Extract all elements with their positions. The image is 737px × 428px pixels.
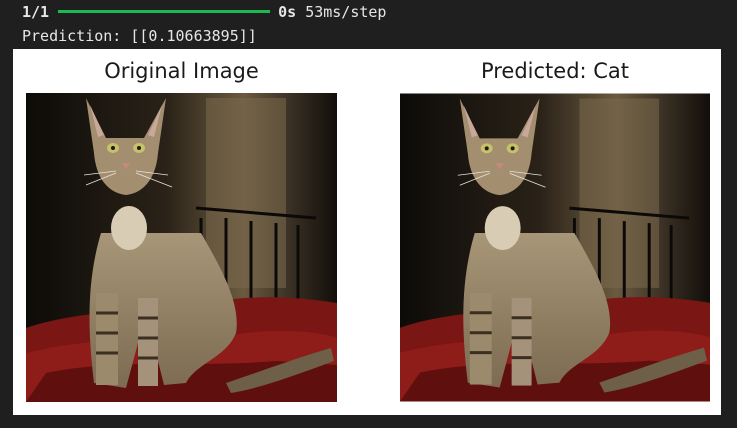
step-rate: 53ms/step: [305, 3, 387, 21]
original-image-title: Original Image: [104, 59, 259, 83]
predicted-image: [400, 93, 710, 402]
elapsed-time: 0s: [278, 3, 297, 21]
progress-line: 1/1 0s 53ms/step: [22, 3, 386, 21]
matplotlib-figure: Original Image Predicted: Cat: [13, 49, 721, 415]
predicted-image-title: Predicted: Cat: [480, 59, 630, 83]
notebook-output: 1/1 0s 53ms/step Prediction: [[0.10663895…: [0, 0, 737, 428]
original-image: [26, 93, 337, 402]
cat-photo-illustration: [26, 93, 337, 402]
cat-photo-illustration: [400, 93, 710, 402]
step-count: 1/1: [22, 3, 50, 21]
progress-bar: [58, 10, 271, 13]
prediction-output: Prediction: [[0.10663895]]: [22, 27, 257, 45]
